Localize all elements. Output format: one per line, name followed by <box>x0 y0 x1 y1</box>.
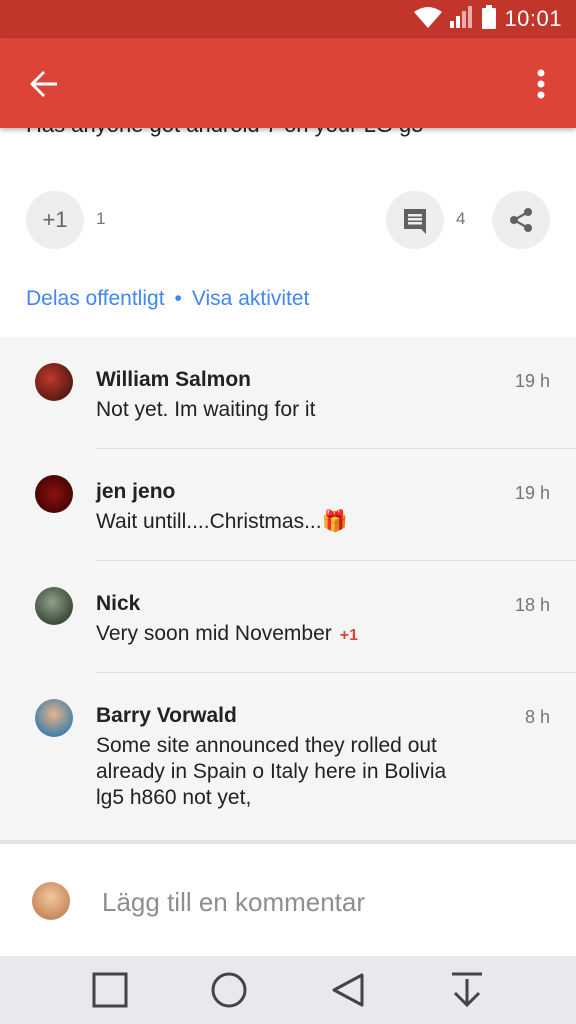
public-share-link[interactable]: Delas offentligt <box>26 287 165 311</box>
home-circle-icon[interactable] <box>199 960 259 1020</box>
plus-one-button[interactable]: +1 <box>26 191 84 249</box>
avatar[interactable] <box>35 475 73 513</box>
comment-text-row: Very soon mid November +1 <box>96 621 496 649</box>
divider <box>96 560 576 561</box>
comments-list: William Salmon 19 h Not yet. Im waiting … <box>0 337 576 840</box>
avatar <box>32 882 70 920</box>
avatar[interactable] <box>35 587 73 625</box>
plus-one-count: 1 <box>96 209 106 228</box>
download-arrow-icon[interactable] <box>437 960 497 1020</box>
comment-text: Not yet. Im waiting for it <box>96 398 316 421</box>
status-bar: 10:01 <box>0 0 576 38</box>
post-actions: +1 1 4 <box>0 188 576 252</box>
comment-text: Wait untill....Christmas...🎁 <box>96 510 348 533</box>
divider <box>96 672 576 673</box>
signal-icon <box>450 5 474 33</box>
comment-time: 19 h <box>514 371 550 391</box>
more-vertical-icon[interactable] <box>526 60 556 108</box>
comment-count: 4 <box>456 209 466 228</box>
back-triangle-icon[interactable] <box>318 960 378 1020</box>
divider <box>96 448 576 449</box>
wifi-icon <box>414 6 443 33</box>
comment-composer[interactable]: Lägg till en kommentar <box>0 840 576 956</box>
comment-time: 8 h <box>524 707 550 727</box>
comment-author[interactable]: William Salmon <box>96 368 251 392</box>
comment-time: 18 h <box>514 595 550 615</box>
comment-button[interactable] <box>386 191 444 249</box>
status-clock: 10:01 <box>504 6 562 31</box>
view-activity-link[interactable]: Visa aktivitet <box>192 287 310 311</box>
recents-square-icon[interactable] <box>80 960 140 1020</box>
system-nav-bar <box>0 956 576 1024</box>
comment-icon <box>404 209 426 234</box>
comment-author[interactable]: jen jeno <box>96 480 175 504</box>
comment-time: 19 h <box>514 483 550 503</box>
separator-dot: • <box>174 287 182 310</box>
plus-one-badge: +1 <box>339 627 359 644</box>
app-bar <box>0 38 576 128</box>
comment-input[interactable]: Lägg till en kommentar <box>102 887 365 918</box>
share-icon <box>510 208 532 232</box>
share-button[interactable] <box>492 191 550 249</box>
comment-author[interactable]: Nick <box>96 592 140 616</box>
sharing-info: Delas offentligt • Visa aktivitet <box>26 287 309 311</box>
comment-text: Very soon mid November <box>96 622 332 645</box>
avatar[interactable] <box>35 699 73 737</box>
battery-icon <box>482 4 497 34</box>
comment-author[interactable]: Barry Vorwald <box>96 704 237 728</box>
comment-text: Some site announced they rolled out alre… <box>96 734 447 809</box>
plus-one-label: +1 <box>42 207 68 232</box>
avatar[interactable] <box>35 363 73 401</box>
arrow-back-icon[interactable] <box>20 60 68 108</box>
